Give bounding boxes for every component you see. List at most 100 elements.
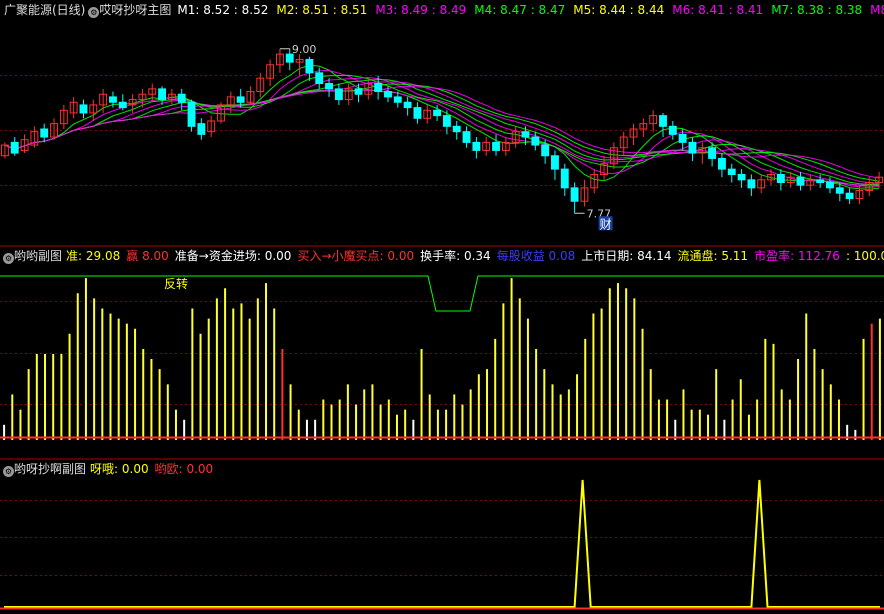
candle-body xyxy=(845,192,854,200)
sub1-value-2: 0.00 xyxy=(260,249,292,263)
sub1-label-1: 赢 xyxy=(126,249,139,263)
candle-body xyxy=(472,141,481,151)
high-price-label: 9.00 xyxy=(292,43,317,56)
candle-body xyxy=(737,173,746,181)
sub1-label-2: 准备→资金进场: xyxy=(174,249,261,263)
sub1-value-3: 0.00 xyxy=(383,249,415,263)
reversal-label: 反转 xyxy=(164,276,188,291)
candle-body xyxy=(413,107,422,119)
candle-body xyxy=(659,115,667,127)
sub1-value-4: 0.34 xyxy=(460,249,491,263)
sub2-line-series xyxy=(0,479,884,610)
sub1-value-5: 0.08 xyxy=(544,249,576,263)
sub1-value-8: 112.76 xyxy=(794,249,840,263)
candle-body xyxy=(727,168,736,175)
sub2-value-1: 0.00 xyxy=(182,462,214,476)
sub2-header: ⚙ 哟呀抄啊副图 呀哦: 0.00 哟欧: 0.00 xyxy=(0,460,884,478)
sub1-title[interactable]: 哟哟副图 xyxy=(14,249,62,263)
ma-line-6 xyxy=(4,64,880,190)
candle-body xyxy=(305,58,314,74)
ma-label-1: M1: 8.52 xyxy=(177,3,230,17)
ma-label-5: M5: 8.44 xyxy=(573,3,626,17)
candle-body xyxy=(79,104,88,114)
candle-body xyxy=(118,101,127,109)
sub1-label-3: 买入→小魔买点: xyxy=(297,249,384,263)
sub2-title[interactable]: 哟呀抄啊副图 xyxy=(14,462,86,476)
sub1-values: 准: 29.08 赢 8.00 准备→资金进场: 0.00 买入→小魔买点: 0.00… xyxy=(62,249,884,263)
candle-body xyxy=(492,141,500,151)
ma-line-14 xyxy=(4,78,880,185)
ma-value-3: : 8.49 xyxy=(427,3,467,17)
candle-body xyxy=(551,155,559,170)
candle-body xyxy=(403,101,412,109)
ma-value-6: : 8.41 xyxy=(724,3,764,17)
sub1-value-7: 5.11 xyxy=(717,249,749,263)
ma-values: M1: 8.52 : 8.52 M2: 8.51 : 8.51 M3: 8.49 :… xyxy=(177,3,884,17)
sub1-label-4: 换手率: xyxy=(420,249,461,263)
sub2-label-1: 哟欧: xyxy=(154,462,183,476)
sub1-label-6: 上市日期: xyxy=(581,249,634,263)
candle-body xyxy=(393,96,402,103)
candle-body xyxy=(668,125,677,135)
ma-value-7: : 8.38 xyxy=(823,3,863,17)
sub1-value-9: 100.00 xyxy=(853,249,884,263)
candlestick-series xyxy=(0,48,884,214)
grid-lines xyxy=(0,75,884,576)
candle-body xyxy=(177,93,186,103)
candle-body xyxy=(531,136,540,146)
main-indicator-name[interactable]: 哎呀抄呀主图 xyxy=(99,3,171,17)
candle-body xyxy=(236,96,245,103)
chart-title[interactable]: 广聚能源(日线) xyxy=(4,3,85,17)
chart-canvas: 9.007.77财 反转 xyxy=(0,43,884,610)
sub1-value-0: 29.08 xyxy=(82,249,121,263)
sub1-label-7: 流通盘: xyxy=(677,249,718,263)
reversal-line xyxy=(0,275,884,312)
candle-body xyxy=(688,141,697,154)
candle-body xyxy=(835,187,844,194)
ma-label-2: M2: 8.51 xyxy=(276,3,329,17)
candle-body xyxy=(334,88,343,101)
cai-label: 财 xyxy=(600,217,612,231)
candle-body xyxy=(560,168,569,189)
ma-ribbon xyxy=(4,64,880,190)
candle-body xyxy=(717,157,726,170)
sub2-settings-icon[interactable]: ⚙ xyxy=(3,466,14,477)
ma-label-4: M4: 8.47 xyxy=(474,3,527,17)
ma-value-5: : 8.44 xyxy=(625,3,665,17)
ma-value-2: : 8.51 xyxy=(328,3,368,17)
candle-body xyxy=(109,96,117,103)
ma-label-8: M8: 8.35 xyxy=(870,3,884,17)
ma-line-8 xyxy=(4,69,880,189)
settings-circle-icon[interactable]: ⚙ xyxy=(88,7,100,18)
ma-value-4: : 8.47 xyxy=(526,3,566,17)
candle-body xyxy=(158,88,167,101)
candle-body xyxy=(570,187,579,202)
sub1-value-1: 8.00 xyxy=(138,249,169,263)
candle-body xyxy=(10,141,19,154)
ma-label-3: M3: 8.49 xyxy=(375,3,428,17)
main-header: 广聚能源(日线) ⚙ 哎呀抄呀主图 M1: 8.52 : 8.52 M2: 8.51 :… xyxy=(0,1,884,19)
sub1-value-6: 84.14 xyxy=(633,249,672,263)
sub1-header: ⚙ 哟哟副图 准: 29.08 赢 8.00 准备→资金进场: 0.00 买入→小魔买点:… xyxy=(0,247,884,265)
sub2-value-0: 0.00 xyxy=(118,462,149,476)
candle-body xyxy=(315,72,324,85)
candle-body xyxy=(776,173,785,184)
candle-body xyxy=(433,109,442,117)
sub1-label-0: 准: xyxy=(66,249,83,263)
sub1-label-5: 每股收益 xyxy=(496,249,545,263)
candle-body xyxy=(354,88,363,95)
candle-body xyxy=(374,83,383,93)
candle-body xyxy=(678,133,687,143)
candle-body xyxy=(452,125,461,133)
sub1-label-8: 市盈率: xyxy=(754,249,795,263)
ma-label-7: M7: 8.38 xyxy=(771,3,824,17)
candle-body xyxy=(541,144,550,157)
candle-body xyxy=(187,101,196,127)
candle-body xyxy=(442,115,451,127)
candle-body xyxy=(325,83,333,90)
sub1-settings-icon[interactable]: ⚙ xyxy=(3,253,14,264)
candle-body xyxy=(462,131,471,143)
sub2-label-0: 呀哦: xyxy=(90,462,119,476)
candle-body xyxy=(826,182,834,189)
ma-line-12 xyxy=(4,76,880,186)
